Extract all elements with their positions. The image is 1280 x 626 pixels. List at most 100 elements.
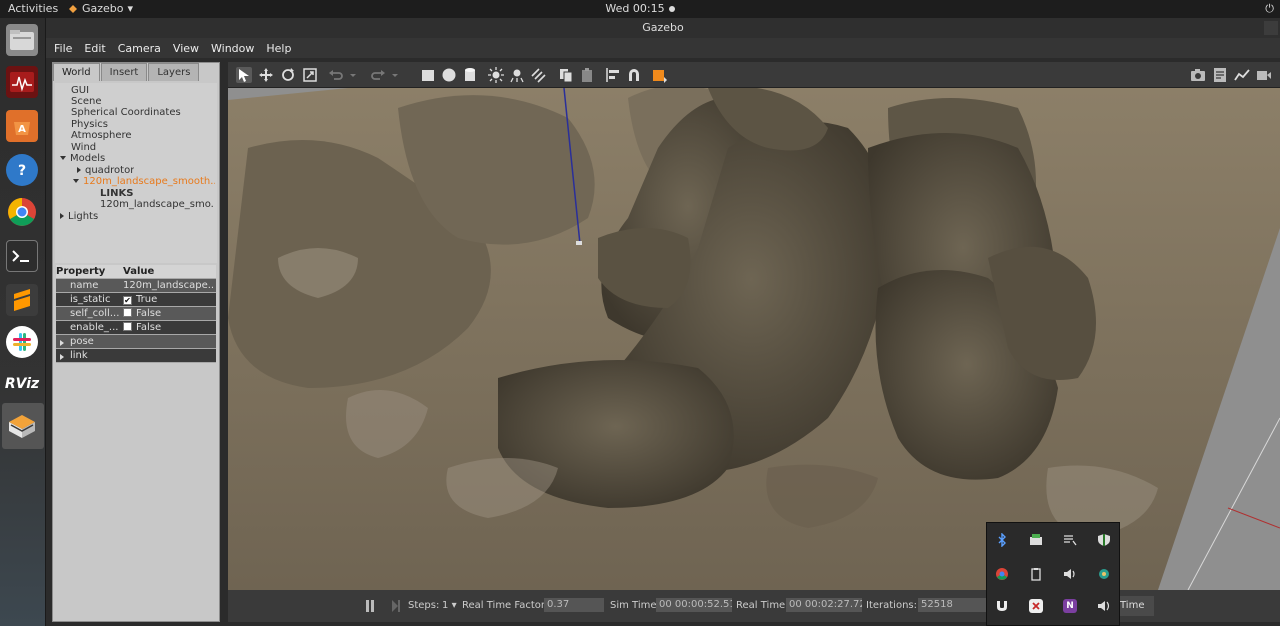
select-mode-icon[interactable] (236, 67, 252, 83)
scene-viewport[interactable] (228, 88, 1280, 590)
sublime-text-icon[interactable] (6, 284, 38, 316)
bluetooth-icon[interactable] (995, 533, 1009, 547)
world-tree: GUI Scene Spherical Coordinates Physics … (55, 83, 217, 263)
step-icon[interactable] (390, 599, 402, 613)
is-static-checkbox[interactable]: ✔ (123, 296, 132, 305)
tab-insert[interactable]: Insert (100, 63, 148, 81)
software-center-icon[interactable]: A (6, 110, 38, 142)
volume-tray-icon[interactable] (1097, 599, 1111, 613)
property-value[interactable]: 120m_landscape... (123, 280, 215, 291)
tree-item-gui[interactable]: GUI (71, 85, 89, 96)
rviz-icon[interactable]: RViz (5, 368, 39, 400)
onenote-icon[interactable]: N (1063, 599, 1077, 613)
power-icon[interactable]: ⏻ (1265, 2, 1274, 16)
volume-icon[interactable] (1063, 567, 1077, 581)
sphere-shape-icon[interactable] (441, 67, 457, 83)
self-collide-checkbox[interactable] (123, 308, 132, 317)
snap-magnet-icon[interactable] (626, 67, 642, 83)
property-table: Property Value name 120m_landscape... is… (56, 265, 216, 363)
redo-icon[interactable] (370, 67, 386, 83)
undo-icon[interactable] (328, 67, 344, 83)
property-row-pose[interactable]: pose (56, 335, 216, 349)
redo-history-arrow-icon[interactable] (390, 67, 400, 83)
menu-window[interactable]: Window (211, 42, 254, 55)
spot-light-icon[interactable] (509, 67, 525, 83)
view-angle-icon[interactable] (652, 67, 668, 83)
pause-icon[interactable] (364, 599, 376, 613)
property-name: name (70, 280, 99, 291)
log-data-icon[interactable] (1212, 67, 1228, 83)
menu-camera[interactable]: Camera (118, 42, 161, 55)
chrome-tray-icon[interactable] (995, 567, 1009, 581)
clock[interactable]: Wed 00:15 (0, 2, 1280, 15)
tree-item-quadrotor[interactable]: quadrotor (77, 165, 134, 176)
tree-item-scene[interactable]: Scene (71, 96, 102, 107)
vpn-icon[interactable] (995, 599, 1009, 613)
menu-edit[interactable]: Edit (84, 42, 105, 55)
chrome-icon[interactable] (6, 196, 38, 228)
tree-item-physics[interactable]: Physics (71, 119, 108, 130)
property-row-name[interactable]: name 120m_landscape... (56, 279, 216, 293)
copy-icon[interactable] (558, 67, 574, 83)
expand-down-icon[interactable] (73, 179, 79, 183)
tree-item-landscape-link[interactable]: 120m_landscape_smo... (100, 199, 214, 210)
tree-item-wind[interactable]: Wind (71, 142, 96, 153)
tree-item-landscape[interactable]: 120m_landscape_smooth... (73, 176, 215, 187)
plot-icon[interactable] (1234, 67, 1250, 83)
tree-item-lights[interactable]: Lights (60, 211, 98, 222)
recording-indicator-icon (668, 6, 675, 12)
menu-file[interactable]: File (54, 42, 72, 55)
dock: A ? RViz (0, 18, 46, 626)
tree-item-models[interactable]: Models (60, 153, 105, 164)
tree-item-spherical-coordinates[interactable]: Spherical Coordinates (71, 107, 181, 118)
expand-right-icon[interactable] (77, 167, 81, 173)
menu-view[interactable]: View (173, 42, 199, 55)
files-icon[interactable] (6, 24, 38, 56)
property-row-link[interactable]: link (56, 349, 216, 363)
tree-item-links[interactable]: LINKS (100, 188, 133, 199)
network-manager-icon[interactable] (1029, 533, 1043, 547)
translate-mode-icon[interactable] (258, 67, 274, 83)
video-record-icon[interactable] (1256, 67, 1272, 83)
help-icon[interactable]: ? (6, 154, 38, 186)
property-value: False (136, 322, 162, 333)
menu-help[interactable]: Help (266, 42, 291, 55)
expand-right-icon[interactable] (60, 338, 68, 349)
terminal-icon[interactable] (6, 240, 38, 272)
expand-right-icon[interactable] (60, 352, 68, 363)
pdf-icon[interactable] (1029, 599, 1043, 613)
property-row-enable-wind[interactable]: enable_... False (56, 321, 216, 335)
point-light-icon[interactable] (488, 67, 504, 83)
steps-spinbox[interactable]: 1 ▾ (442, 600, 457, 611)
security-shield-icon[interactable] (1097, 533, 1111, 547)
tab-world[interactable]: World (53, 63, 100, 81)
tab-layers[interactable]: Layers (148, 63, 200, 81)
gazebo-dock-icon[interactable] (6, 410, 38, 442)
box-shape-icon[interactable] (420, 67, 436, 83)
slack-icon[interactable] (6, 326, 38, 358)
expand-down-icon[interactable] (60, 156, 66, 160)
reset-time-button[interactable]: Time (1120, 596, 1154, 616)
window-titlebar[interactable]: Gazebo (46, 18, 1280, 38)
align-icon[interactable] (605, 67, 621, 83)
notification-list-icon[interactable] (1063, 533, 1077, 547)
system-monitor-icon[interactable] (6, 66, 38, 98)
property-row-self-collide[interactable]: self_coll... False (56, 307, 216, 321)
enable-wind-checkbox[interactable] (123, 322, 132, 331)
clipboard-icon[interactable] (1029, 567, 1043, 581)
paste-icon[interactable] (579, 67, 595, 83)
steps-arrow-icon[interactable]: ▾ (452, 600, 457, 611)
sync-icon[interactable] (1097, 567, 1111, 581)
directional-light-icon[interactable] (530, 67, 546, 83)
screenshot-camera-icon[interactable] (1190, 67, 1206, 83)
rtf-value: 0.37 (544, 598, 604, 612)
scale-mode-icon[interactable] (302, 67, 318, 83)
property-row-is-static[interactable]: is_static ✔ True (56, 293, 216, 307)
cylinder-shape-icon[interactable] (462, 67, 478, 83)
window-close-icon[interactable] (1264, 21, 1278, 35)
terrain-render (228, 88, 1280, 590)
undo-history-arrow-icon[interactable] (348, 67, 358, 83)
expand-right-icon[interactable] (60, 213, 64, 219)
tree-item-atmosphere[interactable]: Atmosphere (71, 130, 132, 141)
rotate-mode-icon[interactable] (280, 67, 296, 83)
